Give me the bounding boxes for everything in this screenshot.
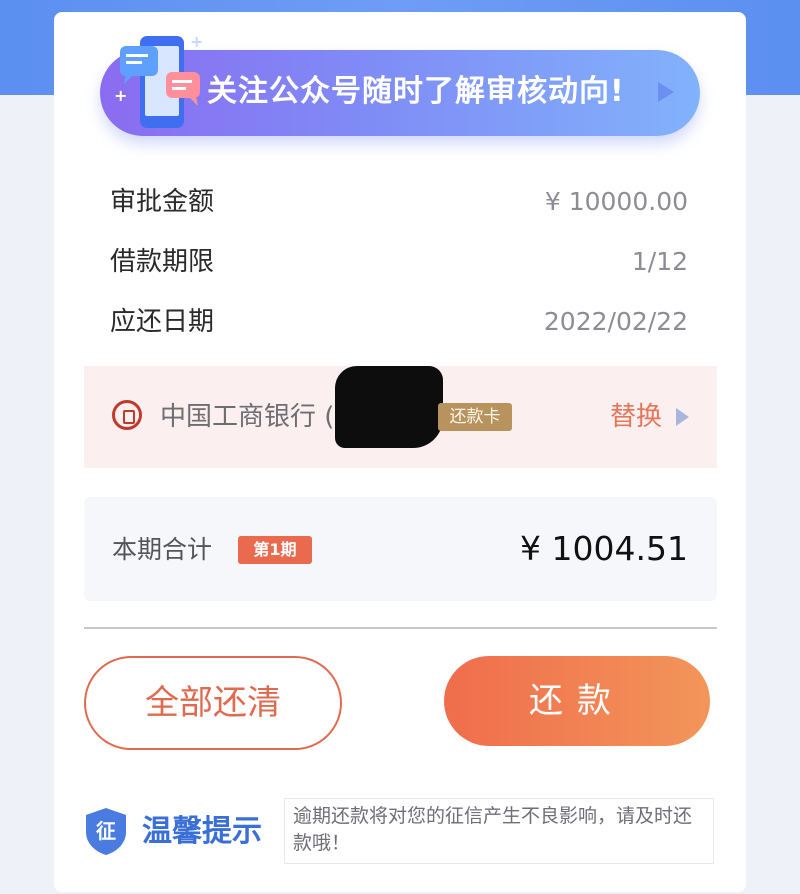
shield-icon: 征 bbox=[86, 808, 126, 855]
approved-amount-label: 审批金额 bbox=[110, 187, 215, 217]
tip-title: 温馨提示 bbox=[142, 814, 262, 849]
due-date-value: 2022/02/22 bbox=[543, 307, 688, 336]
due-date-label: 应还日期 bbox=[110, 307, 215, 337]
icbc-logo-icon bbox=[112, 400, 142, 430]
period-badge: 第1期 bbox=[238, 536, 312, 564]
sparkle-icon: + bbox=[114, 86, 128, 105]
banner-text[interactable]: 关注公众号随时了解审核动向! bbox=[207, 70, 647, 114]
sparkle-icon: + bbox=[190, 32, 204, 51]
loan-term-label: 借款期限 bbox=[110, 247, 215, 277]
replace-card-link[interactable]: 替换 bbox=[610, 397, 662, 437]
shield-char: 征 bbox=[96, 819, 116, 843]
period-total-label: 本期合计 bbox=[112, 535, 213, 564]
arrow-right-icon[interactable] bbox=[658, 82, 674, 102]
redaction-mark bbox=[335, 366, 443, 448]
repayment-card-badge: 还款卡 bbox=[438, 403, 512, 431]
loan-term-value: 1/12 bbox=[631, 247, 688, 276]
divider bbox=[84, 627, 717, 629]
repay-all-button[interactable]: 全部还清 bbox=[84, 656, 342, 750]
repay-button[interactable]: 还款 bbox=[444, 656, 710, 746]
chevron-right-icon[interactable] bbox=[676, 408, 689, 426]
tip-text: 逾期还款将对您的征信产生不良影响，请及时还款哦！ bbox=[284, 798, 714, 864]
approved-amount-value: ¥ 10000.00 bbox=[544, 187, 688, 216]
period-total-amount: ¥ 1004.51 bbox=[520, 529, 688, 568]
